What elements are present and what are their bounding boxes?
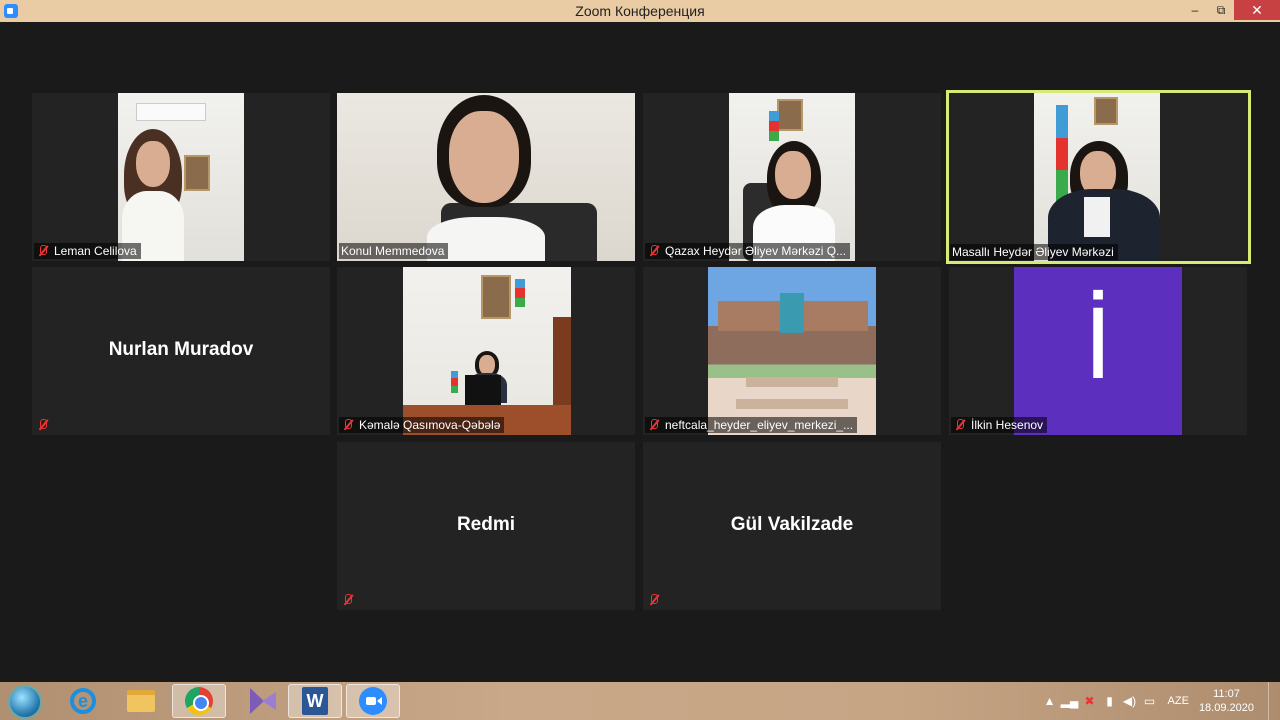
action-center-icon[interactable]: ▭ [1140, 691, 1160, 711]
participant-name-label [34, 417, 58, 433]
flag [1056, 105, 1068, 203]
participant-tile-kemale-qasimova[interactable]: Kəmalə Qasımova-Qəbələ [337, 267, 635, 435]
zoom-icon [359, 687, 387, 715]
muted-microphone-icon [647, 244, 661, 258]
muted-microphone-icon [36, 244, 50, 258]
participant-video [403, 267, 571, 435]
file-explorer-icon [127, 690, 155, 712]
avatar-letter: İ [1083, 289, 1113, 401]
participant-name: Masallı Heydər Əliyev Mərkəzi [952, 245, 1114, 259]
participant-name-label [645, 592, 669, 608]
network-signal-icon[interactable]: ▂▄ [1060, 691, 1080, 711]
participant-name: neftcala_heyder_eliyev_merkezi_... [665, 418, 854, 432]
word-icon: W [302, 687, 328, 715]
restore-button[interactable]: ⧉ [1208, 0, 1234, 20]
participant-name-label: İlkin Hesenov [951, 417, 1048, 433]
clock[interactable]: 11:07 18.09.2020 [1199, 687, 1254, 715]
portrait-frame [777, 99, 803, 131]
participant-tile-ilkin-hesenov[interactable]: İ İlkin Hesenov [949, 267, 1247, 435]
start-orb-icon[interactable] [8, 685, 42, 719]
participant-name: Qazax Heydər Əliyev Mərkəzi Q... [665, 244, 847, 258]
taskbar-internet-explorer[interactable]: e [56, 684, 110, 718]
participant-name: Konul Memmedova [341, 244, 445, 258]
taskbar-visual-studio[interactable] [230, 684, 284, 718]
antivirus-icon[interactable]: ✖ [1080, 691, 1100, 711]
participant-name: Leman Celilova [54, 244, 137, 258]
participant-tile-konul-memmedova[interactable]: Konul Memmedova [337, 93, 635, 261]
gallery-view: Leman Celilova Konul Memmedova Qazax Hey… [0, 22, 1280, 682]
portrait-frame [1094, 97, 1118, 125]
taskbar-zoom[interactable] [346, 684, 400, 718]
flag [515, 279, 525, 307]
visual-studio-icon [250, 688, 276, 714]
participant-display-name: Redmi [456, 514, 516, 535]
show-hidden-icons-icon[interactable]: ▲ [1040, 691, 1060, 711]
clock-time: 11:07 [1213, 688, 1240, 700]
participant-tile-qazax[interactable]: Qazax Heydər Əliyev Mərkəzi Q... [643, 93, 941, 261]
participant-display-name: Gül Vakilzade [730, 514, 854, 535]
window-titlebar: Zoom Конференция ‒ ⧉ ✕ [0, 0, 1280, 22]
participant-name-label: Qazax Heydər Əliyev Mərkəzi Q... [645, 243, 851, 259]
muted-microphone-icon [953, 418, 967, 432]
muted-microphone-icon [36, 418, 50, 432]
participant-name-label: Leman Celilova [34, 243, 141, 259]
window-title: Zoom Конференция [575, 3, 705, 19]
participant-tile-nurlan-muradov[interactable]: Nurlan Muradov [32, 267, 330, 435]
portrait-frame [481, 275, 511, 319]
participant-tile-gul-vakilzade[interactable]: Gül Vakilzade [643, 442, 941, 610]
system-tray: ▲ ▂▄ ✖ ▮ ◀) ▭ AZE 11:07 18.09.2020 [1040, 682, 1280, 720]
participant-avatar: İ [1014, 267, 1182, 435]
participant-video [118, 93, 244, 261]
participant-display-name: Nurlan Muradov [108, 339, 254, 360]
muted-microphone-icon [647, 418, 661, 432]
participant-name: İlkin Hesenov [971, 418, 1044, 432]
participant-video [729, 93, 855, 261]
show-desktop-button[interactable] [1268, 682, 1280, 720]
internet-explorer-icon: e [70, 688, 96, 714]
participant-name-label: neftcala_heyder_eliyev_merkezi_... [645, 417, 858, 433]
participant-tile-neftcala[interactable]: neftcala_heyder_eliyev_merkezi_... [643, 267, 941, 435]
taskbar-file-explorer[interactable] [114, 684, 168, 718]
monitor [465, 375, 501, 405]
portrait-frame [184, 155, 210, 191]
participant-tile-leman-celilova[interactable]: Leman Celilova [32, 93, 330, 261]
taskbar-chrome[interactable] [172, 684, 226, 718]
muted-microphone-icon [647, 593, 661, 607]
minimize-button[interactable]: ‒ [1182, 0, 1208, 20]
volume-icon[interactable]: ◀) [1120, 691, 1140, 711]
participant-name: Kəmalə Qasımova-Qəbələ [359, 418, 501, 432]
participant-video [1034, 93, 1160, 261]
bookshelf [553, 317, 571, 417]
air-conditioner [136, 103, 206, 121]
participant-video [708, 267, 876, 435]
power-icon[interactable]: ▮ [1100, 691, 1120, 711]
muted-microphone-icon [341, 418, 355, 432]
chrome-icon [185, 687, 213, 715]
windows-taskbar: e W ▲ ▂▄ ✖ ▮ ◀) ▭ AZE 11:07 18.09.2020 [0, 682, 1280, 720]
clock-date: 18.09.2020 [1198, 702, 1254, 714]
participant-tile-redmi[interactable]: Redmi [337, 442, 635, 610]
participant-name-label: Masallı Heydər Əliyev Mərkəzi [950, 244, 1118, 260]
taskbar-word[interactable]: W [288, 684, 342, 718]
desk-flag [451, 371, 458, 393]
close-button[interactable]: ✕ [1234, 0, 1280, 20]
participant-tile-masalli[interactable]: Masallı Heydər Əliyev Mərkəzi [946, 90, 1251, 264]
building-glass [780, 293, 804, 333]
participant-name-label: Konul Memmedova [339, 243, 449, 259]
muted-microphone-icon [341, 593, 355, 607]
participant-name-label [339, 592, 363, 608]
input-language[interactable]: AZE [1168, 695, 1189, 707]
flag [769, 111, 779, 141]
participant-video [337, 93, 635, 261]
participant-name-label: Kəmalə Qasımova-Qəbələ [339, 417, 505, 433]
